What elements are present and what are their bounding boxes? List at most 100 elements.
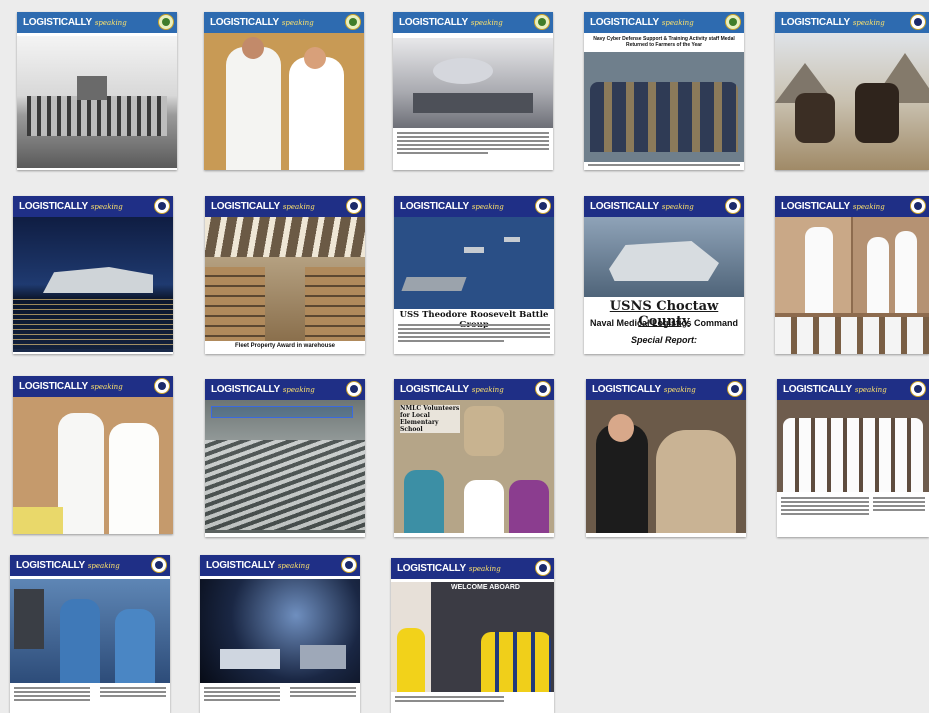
navy-seal-icon: [535, 381, 551, 397]
navy-seal-icon: [910, 198, 926, 214]
cover-subheadline: Naval Medical Logistics Command: [589, 318, 739, 328]
masthead-title: LOGISTICALLY: [781, 201, 850, 212]
cover-photo-warehouse: [205, 217, 365, 341]
navy-seal-icon: [535, 560, 551, 576]
newsletter-cover[interactable]: LOGISTICALLY speaking NMLC Volunteers fo…: [394, 379, 554, 537]
navy-seal-icon: [154, 378, 170, 394]
masthead-script: speaking: [468, 564, 501, 573]
newsletter-cover[interactable]: LOGISTICALLY speaking: [10, 555, 170, 713]
masthead-script: speaking: [470, 18, 503, 27]
masthead-title: LOGISTICALLY: [400, 384, 469, 395]
masthead-script: speaking: [87, 561, 120, 570]
navy-seal-icon: [346, 198, 362, 214]
navy-seal-icon: [910, 381, 926, 397]
newsletter-cover[interactable]: LOGISTICALLY speaking USNS Choctaw Count…: [584, 196, 744, 354]
newsletter-cover-grid: LOGISTICALLY speaking LOGISTICALLY speak…: [0, 0, 929, 713]
cover-masthead: LOGISTICALLY speaking: [204, 12, 364, 33]
masthead-script: speaking: [90, 202, 123, 211]
cover-masthead: LOGISTICALLY speaking: [393, 12, 553, 33]
cover-masthead: LOGISTICALLY speaking: [10, 555, 170, 576]
newsletter-cover[interactable]: LOGISTICALLY speaking: [200, 555, 360, 713]
navy-seal-icon: [727, 381, 743, 397]
cover-masthead: LOGISTICALLY speaking: [391, 558, 554, 579]
masthead-script: speaking: [282, 385, 315, 394]
newsletter-cover[interactable]: LOGISTICALLY speaking: [205, 379, 365, 537]
cover-masthead: LOGISTICALLY speaking: [205, 379, 365, 400]
navy-seal-icon: [346, 381, 362, 397]
cover-overlay-title: NMLC Volunteers for Local Elementary Sch…: [400, 405, 460, 433]
navy-seal-icon: [154, 198, 170, 214]
masthead-title: LOGISTICALLY: [399, 17, 468, 28]
masthead-script: speaking: [663, 385, 696, 394]
newsletter-cover[interactable]: LOGISTICALLY speaking Fleet Property Awa…: [205, 196, 365, 354]
cover-masthead: LOGISTICALLY speaking: [586, 379, 746, 400]
cover-photo-group-whites: [777, 400, 929, 492]
cover-photo-oath: [586, 400, 746, 533]
cover-masthead: LOGISTICALLY speaking: [13, 376, 173, 397]
masthead-title: LOGISTICALLY: [210, 17, 279, 28]
masthead-title: LOGISTICALLY: [206, 560, 275, 571]
newsletter-cover[interactable]: LOGISTICALLY speaking USS Theodore Roose…: [394, 196, 554, 354]
newsletter-cover[interactable]: LOGISTICALLY speaking Navy Cyber Defense…: [584, 12, 744, 170]
cover-banner-text: WELCOME ABOARD: [451, 584, 520, 591]
newsletter-cover[interactable]: LOGISTICALLY speaking: [204, 12, 364, 170]
masthead-script: speaking: [854, 385, 887, 394]
masthead-title: LOGISTICALLY: [19, 201, 88, 212]
masthead-script: speaking: [90, 382, 123, 391]
newsletter-cover[interactable]: LOGISTICALLY speaking: [775, 196, 929, 354]
masthead-title: LOGISTICALLY: [19, 381, 88, 392]
masthead-title: LOGISTICALLY: [783, 384, 852, 395]
cover-body-text: [395, 696, 504, 704]
cover-photo-ceremony-collage: [775, 217, 929, 354]
newsletter-cover[interactable]: LOGISTICALLY speaking: [586, 379, 746, 537]
cover-masthead: LOGISTICALLY speaking: [777, 379, 929, 400]
cover-masthead: LOGISTICALLY speaking: [200, 555, 360, 576]
cover-photo-officers: [204, 33, 364, 170]
newsletter-cover[interactable]: LOGISTICALLY speaking: [17, 12, 177, 170]
cover-body-text: [204, 687, 280, 703]
green-seal-icon: [534, 14, 550, 30]
cover-photo-ship-night: [13, 217, 173, 352]
masthead-title: LOGISTICALLY: [23, 17, 92, 28]
newsletter-cover[interactable]: LOGISTICALLY speaking: [777, 379, 929, 537]
navy-seal-icon: [725, 198, 741, 214]
newsletter-cover[interactable]: LOGISTICALLY speaking: [393, 12, 553, 170]
masthead-script: speaking: [277, 561, 310, 570]
cover-masthead: LOGISTICALLY speaking: [17, 12, 177, 33]
masthead-title: LOGISTICALLY: [16, 560, 85, 571]
cover-photo-group: [584, 52, 744, 162]
cover-body-text: [398, 324, 550, 344]
masthead-script: speaking: [282, 202, 315, 211]
newsletter-cover[interactable]: LOGISTICALLY speaking WELCOME ABOARD: [391, 558, 554, 713]
green-seal-icon: [345, 14, 361, 30]
cover-sidebar-text: [290, 687, 356, 699]
navy-seal-icon: [535, 198, 551, 214]
newsletter-cover[interactable]: LOGISTICALLY speaking: [775, 12, 929, 170]
cover-photo-battle-group: [394, 217, 554, 309]
masthead-script: speaking: [94, 18, 127, 27]
masthead-script: speaking: [852, 18, 885, 27]
cover-photo-welcome-aboard: [391, 582, 554, 692]
cover-masthead: LOGISTICALLY speaking: [775, 196, 929, 217]
cover-masthead: LOGISTICALLY speaking: [205, 196, 365, 217]
cover-photo-desert-camels: [775, 33, 929, 170]
cover-masthead: LOGISTICALLY speaking: [394, 196, 554, 217]
newsletter-cover[interactable]: LOGISTICALLY speaking: [13, 376, 173, 534]
masthead-title: LOGISTICALLY: [397, 563, 466, 574]
masthead-script: speaking: [661, 18, 694, 27]
masthead-title: LOGISTICALLY: [211, 384, 280, 395]
cover-masthead: LOGISTICALLY speaking: [775, 12, 929, 33]
masthead-title: LOGISTICALLY: [592, 384, 661, 395]
cover-body-text: [781, 497, 869, 517]
masthead-script: speaking: [471, 202, 504, 211]
cover-masthead: LOGISTICALLY speaking: [584, 12, 744, 33]
green-seal-icon: [158, 14, 174, 30]
newsletter-cover[interactable]: LOGISTICALLY speaking: [13, 196, 173, 354]
masthead-title: LOGISTICALLY: [590, 201, 659, 212]
cover-masthead: LOGISTICALLY speaking: [13, 196, 173, 217]
masthead-script: speaking: [471, 385, 504, 394]
masthead-title: LOGISTICALLY: [781, 17, 850, 28]
green-seal-icon: [725, 14, 741, 30]
cover-subhead: Navy Cyber Defense Support & Training Ac…: [593, 36, 735, 48]
cover-photo-officers-promotion: [13, 397, 173, 534]
